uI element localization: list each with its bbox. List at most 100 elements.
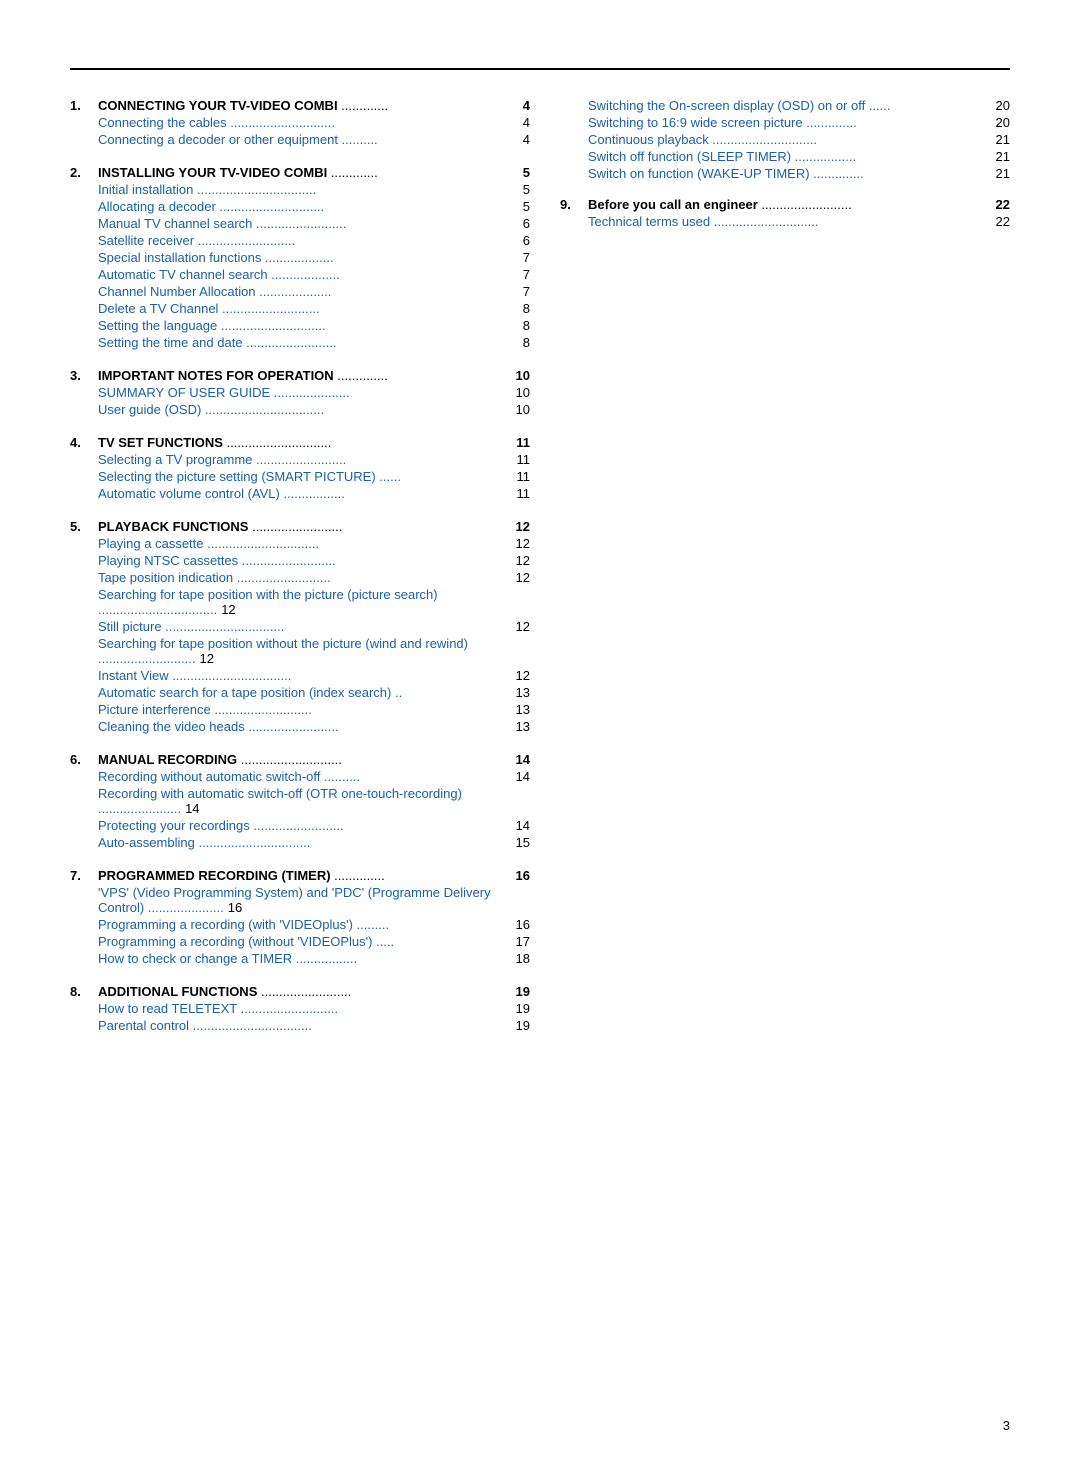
- entry-page: 8: [506, 301, 530, 316]
- section-page: 22: [986, 197, 1010, 212]
- section-title: Before you call an engineer ............…: [588, 197, 986, 212]
- column-right: Switching the On-screen display (OSD) on…: [560, 98, 1010, 1051]
- section-number: 6.: [70, 752, 98, 767]
- entry-page: 14: [185, 801, 199, 816]
- entry-page: 20: [986, 98, 1010, 113]
- section-number: 3.: [70, 368, 98, 383]
- section-page: 16: [506, 868, 530, 883]
- section-title: CONNECTING YOUR TV-VIDEO COMBI .........…: [98, 98, 506, 113]
- list-item: Connecting the cables ..................…: [70, 115, 530, 130]
- entry-text: Playing a cassette .....................…: [98, 536, 506, 551]
- entry-page: 12: [506, 668, 530, 683]
- list-item: Special installation functions .........…: [70, 250, 530, 265]
- column-left: 1.CONNECTING YOUR TV-VIDEO COMBI .......…: [70, 98, 530, 1051]
- list-item: Automatic search for a tape position (in…: [70, 685, 530, 700]
- entry-text: Selecting a TV programme ...............…: [98, 452, 506, 467]
- entry-text: Tape position indication ...............…: [98, 570, 506, 585]
- list-item: Initial installation ...................…: [70, 182, 530, 197]
- entry-page: 10: [506, 402, 530, 417]
- entry-page: 16: [228, 900, 242, 915]
- section-header: 9.Before you call an engineer ..........…: [560, 197, 1010, 212]
- section-header: 3.IMPORTANT NOTES FOR OPERATION ........…: [70, 368, 530, 383]
- list-item: Selecting a TV programme ...............…: [70, 452, 530, 467]
- section-header: 1.CONNECTING YOUR TV-VIDEO COMBI .......…: [70, 98, 530, 113]
- list-item: Recording without automatic switch-off .…: [70, 769, 530, 784]
- entry-page: 13: [506, 719, 530, 734]
- section-page: 19: [506, 984, 530, 999]
- section-title-text: ADDITIONAL FUNCTIONS: [98, 984, 257, 999]
- entry-page: 13: [506, 685, 530, 700]
- entry-page: 5: [506, 182, 530, 197]
- entry-page: 4: [506, 132, 530, 147]
- entry-page: 4: [506, 115, 530, 130]
- entry-page: 11: [506, 469, 530, 484]
- entry-text: Continuous playback ....................…: [588, 132, 986, 147]
- list-item: Technical terms used ...................…: [560, 214, 1010, 229]
- entry-text: Programming a recording (with 'VIDEOplus…: [98, 917, 506, 932]
- section-header: 4.TV SET FUNCTIONS .....................…: [70, 435, 530, 450]
- section-dots: .........................: [758, 197, 852, 212]
- list-item: Automatic TV channel search ............…: [70, 267, 530, 282]
- section-title: PLAYBACK FUNCTIONS .....................…: [98, 519, 506, 534]
- section: 6.MANUAL RECORDING .....................…: [70, 752, 530, 850]
- list-item: Instant View ...........................…: [70, 668, 530, 683]
- entry-text: Connecting a decoder or other equipment …: [98, 132, 506, 147]
- entry-text: Connecting the cables ..................…: [98, 115, 506, 130]
- section-title-text: PLAYBACK FUNCTIONS: [98, 519, 248, 534]
- list-item: Protecting your recordings .............…: [70, 818, 530, 833]
- list-item: Playing NTSC cassettes .................…: [70, 553, 530, 568]
- list-item: Setting the time and date ..............…: [70, 335, 530, 350]
- list-item: Parental control .......................…: [70, 1018, 530, 1033]
- entry-dots: .................................: [98, 602, 217, 617]
- entry-page: 21: [986, 149, 1010, 164]
- list-item: Setting the language ...................…: [70, 318, 530, 333]
- entry-text: Initial installation ...................…: [98, 182, 506, 197]
- entry-page: 6: [506, 216, 530, 231]
- entry-page: 7: [506, 284, 530, 299]
- section-dots: .........................: [248, 519, 342, 534]
- entry-text: Delete a TV Channel ....................…: [98, 301, 506, 316]
- list-item: How to check or change a TIMER .........…: [70, 951, 530, 966]
- entry-page: 12: [221, 602, 235, 617]
- entry-page: 12: [506, 536, 530, 551]
- entry-page: 19: [506, 1018, 530, 1033]
- section-header: 5.PLAYBACK FUNCTIONS ...................…: [70, 519, 530, 534]
- list-item: Connecting a decoder or other equipment …: [70, 132, 530, 147]
- list-item: Picture interference ...................…: [70, 702, 530, 717]
- list-item: How to read TELETEXT ...................…: [70, 1001, 530, 1016]
- section-number: 7.: [70, 868, 98, 883]
- entry-text: Recording with automatic switch-off (OTR…: [98, 786, 462, 801]
- entry-text: Searching for tape position without the …: [98, 636, 468, 651]
- entry-page: 18: [506, 951, 530, 966]
- section-page: 14: [506, 752, 530, 767]
- entry-text: Satellite receiver .....................…: [98, 233, 506, 248]
- entry-text: Technical terms used ...................…: [588, 214, 986, 229]
- entry-text: Automatic search for a tape position (in…: [98, 685, 506, 700]
- entry-page: 11: [506, 486, 530, 501]
- entry-text: Picture interference ...................…: [98, 702, 506, 717]
- entry-page: 7: [506, 267, 530, 282]
- list-item: Manual TV channel search ...............…: [70, 216, 530, 231]
- section-dots: .............: [338, 98, 389, 113]
- list-item: Satellite receiver .....................…: [70, 233, 530, 248]
- section-title-text: INSTALLING YOUR TV-VIDEO COMBI: [98, 165, 327, 180]
- list-item: Selecting the picture setting (SMART PIC…: [70, 469, 530, 484]
- list-item: Cleaning the video heads ...............…: [70, 719, 530, 734]
- entry-page: 12: [506, 553, 530, 568]
- list-item: Switch off function (SLEEP TIMER) ......…: [560, 149, 1010, 164]
- entry-text: Searching for tape position with the pic…: [98, 587, 438, 602]
- entry-page: 8: [506, 318, 530, 333]
- entry-text: How to read TELETEXT ...................…: [98, 1001, 506, 1016]
- section-title-text: CONNECTING YOUR TV-VIDEO COMBI: [98, 98, 338, 113]
- entry-page: 12: [506, 570, 530, 585]
- entry-text: Cleaning the video heads ...............…: [98, 719, 506, 734]
- section-number: 1.: [70, 98, 98, 113]
- page-number: 3: [1003, 1418, 1010, 1433]
- entry-page: 6: [506, 233, 530, 248]
- section-dots: .............: [327, 165, 378, 180]
- entry-page: 14: [506, 818, 530, 833]
- section: 2.INSTALLING YOUR TV-VIDEO COMBI .......…: [70, 165, 530, 350]
- entry-text: Manual TV channel search ...............…: [98, 216, 506, 231]
- section: 7.PROGRAMMED RECORDING (TIMER) .........…: [70, 868, 530, 966]
- list-item: Allocating a decoder ...................…: [70, 199, 530, 214]
